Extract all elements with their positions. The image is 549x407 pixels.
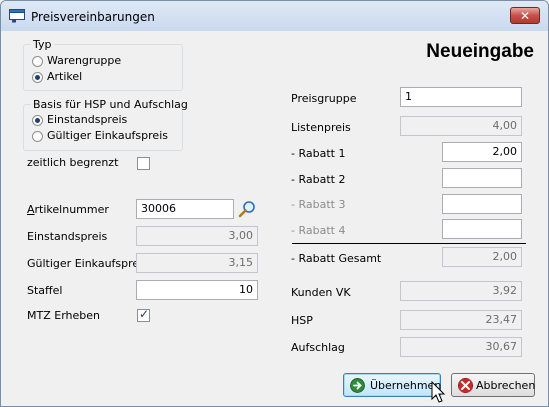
einstandspreis-field: 3,00 bbox=[136, 226, 258, 246]
listenpreis-field: 4,00 bbox=[400, 116, 522, 136]
radio-warengruppe[interactable] bbox=[32, 56, 43, 67]
search-icon[interactable] bbox=[238, 200, 256, 218]
radio-einstandspreis[interactable] bbox=[32, 115, 43, 126]
listenpreis-label: Listenpreis bbox=[291, 121, 351, 134]
mtz-checkbox[interactable] bbox=[137, 307, 150, 322]
radio-einstandspreis-label[interactable]: Einstandspreis bbox=[47, 113, 127, 126]
dialog-window: Preisvereinbarungen ✕ Neueingabe Typ War… bbox=[0, 0, 549, 407]
zeitlich-checkbox[interactable] bbox=[137, 157, 150, 170]
cancel-x-icon bbox=[458, 378, 473, 393]
rabatt-gesamt-field: 2,00 bbox=[442, 247, 522, 267]
rabatt1-label: - Rabatt 1 bbox=[291, 147, 346, 160]
abbrechen-label: Abbrechen bbox=[476, 379, 536, 392]
dialog-content: Neueingabe Typ Warengruppe Artikel Basis… bbox=[9, 31, 540, 400]
kunden-vk-label: Kunden VK bbox=[291, 286, 351, 299]
abbrechen-button[interactable]: Abbrechen bbox=[451, 373, 535, 397]
rabatt-gesamt-label: - Rabatt Gesamt bbox=[291, 252, 382, 265]
einstandspreis-label: Einstandspreis bbox=[27, 230, 108, 243]
mode-heading: Neueingabe bbox=[426, 41, 534, 62]
arrow-right-icon bbox=[350, 378, 365, 393]
preisgruppe-input[interactable]: 1 bbox=[400, 87, 522, 107]
title-bar[interactable]: Preisvereinbarungen ✕ bbox=[1, 1, 548, 31]
radio-artikel-label[interactable]: Artikel bbox=[47, 70, 82, 83]
kunden-vk-field: 3,92 bbox=[400, 281, 522, 301]
zeitlich-label: zeitlich begrenzt bbox=[27, 156, 119, 169]
rabatt4-label: - Rabatt 4 bbox=[291, 224, 346, 237]
artikelnummer-input[interactable]: 30006 bbox=[136, 199, 234, 219]
gueltiger-ek-label: Gültiger Einkaufspreis bbox=[27, 257, 148, 270]
radio-gueltiger-ek-label[interactable]: Gültiger Einkaufspreis bbox=[47, 129, 168, 142]
artikelnummer-label-rest: rtikelnummer bbox=[34, 203, 109, 216]
typ-group bbox=[23, 44, 183, 91]
rabatt-separator-line bbox=[292, 243, 526, 244]
hsp-field: 23,47 bbox=[400, 310, 522, 330]
window-title: Preisvereinbarungen bbox=[31, 10, 155, 24]
mtz-label: MTZ Erheben bbox=[27, 309, 100, 322]
staffel-label: Staffel bbox=[27, 284, 63, 297]
rabatt2-label: - Rabatt 2 bbox=[291, 173, 346, 186]
rabatt3-input[interactable] bbox=[442, 194, 522, 214]
artikelnummer-label: Artikelnummer bbox=[27, 203, 109, 216]
uebernehmen-button[interactable]: Übernehmen bbox=[343, 373, 441, 397]
basis-group-title: Basis für HSP und Aufschlag bbox=[31, 98, 190, 111]
radio-warengruppe-label[interactable]: Warengruppe bbox=[47, 54, 121, 67]
aufschlag-field: 30,67 bbox=[400, 337, 522, 357]
rabatt4-input[interactable] bbox=[442, 219, 522, 239]
aufschlag-label: Aufschlag bbox=[291, 341, 345, 354]
typ-group-title: Typ bbox=[31, 38, 54, 51]
hsp-label: HSP bbox=[291, 314, 313, 327]
preisgruppe-label: Preisgruppe bbox=[291, 92, 357, 105]
app-window-icon bbox=[9, 9, 25, 23]
close-button[interactable]: ✕ bbox=[510, 7, 540, 24]
gueltiger-ek-field: 3,15 bbox=[136, 253, 258, 273]
close-icon: ✕ bbox=[519, 9, 531, 23]
radio-gueltiger-ek[interactable] bbox=[32, 131, 43, 142]
rabatt3-label: - Rabatt 3 bbox=[291, 198, 346, 211]
staffel-input[interactable]: 10 bbox=[136, 280, 258, 300]
radio-artikel[interactable] bbox=[32, 72, 43, 83]
mouse-cursor-icon bbox=[431, 381, 446, 403]
rabatt1-input[interactable]: 2,00 bbox=[442, 142, 522, 162]
basis-group bbox=[23, 104, 183, 151]
rabatt2-input[interactable] bbox=[442, 168, 522, 188]
